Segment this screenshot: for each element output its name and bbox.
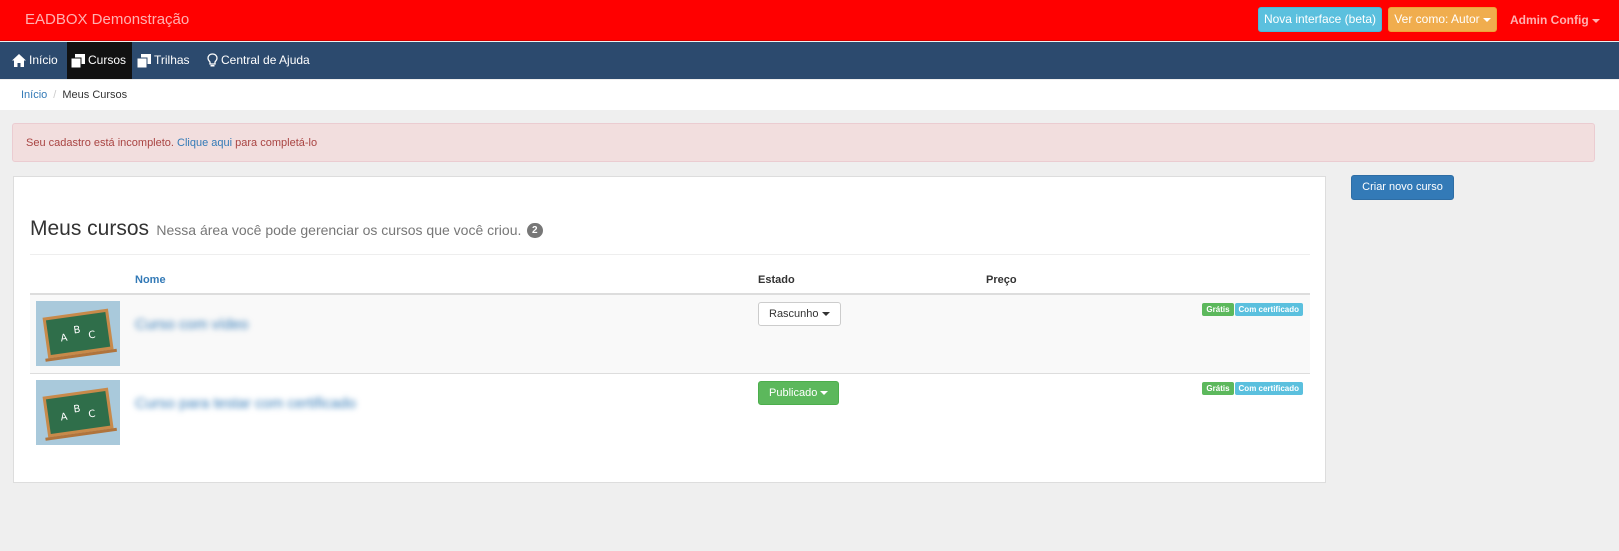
lightbulb-icon (207, 53, 218, 67)
nav-item-cursos[interactable]: Cursos (67, 42, 132, 79)
state-dropdown-button[interactable]: Publicado (758, 380, 840, 405)
new-interface-beta-button[interactable]: Nova interface (beta) (1258, 7, 1382, 32)
table-row: A B C Curso para testar com certificado … (30, 372, 1310, 452)
state-dropdown-button[interactable]: Rascunho (758, 302, 841, 326)
caret-down-icon (821, 312, 830, 317)
page-header: Meus cursos Nessa área você pode gerenci… (30, 217, 1310, 255)
alert-text-after: para completá-lo (235, 137, 318, 149)
chalkboard-image: A B C (36, 379, 120, 445)
table-header-row: Nome Estado Preço (30, 267, 1310, 295)
column-estado: Estado (758, 267, 986, 295)
nav-label-inicio: Início (29, 53, 58, 67)
price-cell (986, 372, 1136, 452)
certificate-badge: Com certificado (1234, 381, 1303, 395)
name-cell: Curso para testar com certificado (135, 372, 758, 452)
state-label: Rascunho (769, 308, 819, 320)
view-as-dropdown-button[interactable]: Ver como: Autor (1388, 7, 1497, 32)
nav-label-trilhas: Trilhas (154, 53, 190, 67)
nav-item-central-de-ajuda[interactable]: Central de Ajuda (207, 42, 310, 79)
nav-label-cursos: Cursos (88, 53, 127, 67)
caret-down-icon (1482, 17, 1491, 22)
certificate-badge: Com certificado (1234, 303, 1303, 316)
my-courses-panel: Meus cursos Nessa área você pode gerenci… (13, 176, 1326, 483)
column-nome[interactable]: Nome (135, 267, 758, 295)
column-preco: Preço (986, 267, 1136, 295)
caret-down-icon (1591, 18, 1600, 23)
view-as-label: Ver como: Autor (1394, 12, 1480, 26)
brand-title[interactable]: EADBOX Demonstração (25, 11, 189, 28)
thumbnail-cell: A B C (30, 372, 135, 452)
course-name-link[interactable]: Curso com vídeo (135, 295, 758, 333)
admin-config-menu[interactable]: Admin Config (1510, 13, 1600, 27)
labels-cell: Grátis Com certificado (1136, 372, 1310, 452)
free-badge: Grátis (1202, 381, 1234, 395)
column-labels (1136, 267, 1310, 295)
caret-down-icon (820, 390, 829, 395)
course-count-badge: 2 (526, 223, 543, 238)
course-name-link[interactable]: Curso para testar com certificado (135, 374, 758, 412)
alert-complete-link[interactable]: Clique aqui (177, 137, 232, 149)
nav-label-central-de-ajuda: Central de Ajuda (221, 53, 310, 67)
state-cell: Publicado (758, 372, 986, 452)
course-thumbnail[interactable]: A B C (36, 301, 120, 366)
alert-text: Seu cadastro está incompleto. (26, 137, 174, 149)
nav-item-inicio[interactable]: Início (10, 42, 60, 79)
thumbnail-cell: A B C (30, 293, 135, 373)
main-navbar: Início Cursos Trilhas Central de Ajuda (0, 42, 1619, 79)
name-cell: Curso com vídeo (135, 293, 758, 373)
top-bar: EADBOX Demonstração Nova interface (beta… (0, 0, 1619, 41)
course-thumbnail[interactable]: A B C (36, 379, 120, 445)
state-cell: Rascunho (758, 293, 986, 373)
home-icon (12, 54, 26, 67)
column-thumbnail (30, 267, 135, 295)
state-label: Publicado (769, 386, 818, 399)
nav-item-trilhas[interactable]: Trilhas (137, 42, 190, 79)
chalkboard-image: A B C (36, 301, 120, 366)
incomplete-profile-alert: Seu cadastro está incompleto. Clique aqu… (12, 123, 1595, 162)
courses-table: Nome Estado Preço A B C Curso com vídeo … (30, 267, 1310, 452)
page-subtitle: Nessa área você pode gerenciar os cursos… (156, 222, 522, 238)
table-row: A B C Curso com vídeo Rascunho Grátis Co… (30, 293, 1310, 373)
price-cell (986, 293, 1136, 373)
create-course-button[interactable]: Criar novo curso (1351, 175, 1454, 200)
copy-icon (71, 53, 85, 68)
copy-icon (137, 53, 151, 68)
breadcrumb-home-link[interactable]: Início (21, 89, 47, 101)
breadcrumb-current: Meus Cursos (62, 89, 128, 101)
breadcrumb-separator: / (53, 89, 57, 101)
breadcrumb: Início / Meus Cursos (0, 80, 1619, 110)
page-title: Meus cursos (30, 217, 150, 240)
admin-config-label: Admin Config (1510, 13, 1589, 27)
labels-cell: Grátis Com certificado (1136, 293, 1310, 373)
free-badge: Grátis (1202, 303, 1234, 316)
